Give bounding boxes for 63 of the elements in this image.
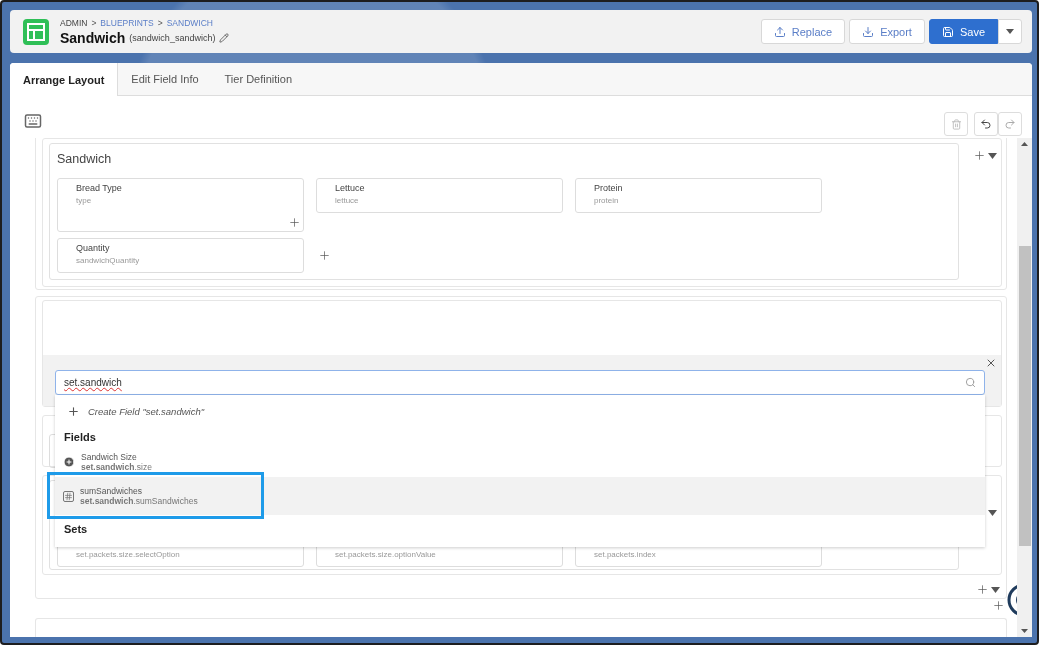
option-label: sumSandwiches	[80, 486, 143, 496]
breadcrumb-separator: >	[157, 17, 163, 28]
field-label: Quantity	[76, 243, 111, 253]
tab[interactable]: Tier Definition	[211, 63, 305, 95]
caret-icon[interactable]	[988, 152, 997, 159]
option-label: Sandwich Size	[81, 452, 138, 462]
field-card[interactable]: Protein protein	[575, 178, 822, 213]
upload-button[interactable]: Replace	[760, 19, 846, 44]
caret-icon	[1006, 29, 1014, 34]
add-icon[interactable]	[976, 583, 989, 596]
create-field-option[interactable]: Create Field "set.sandwich"	[55, 399, 985, 423]
scrollbar[interactable]	[1017, 138, 1032, 637]
add-icon[interactable]	[318, 249, 331, 262]
save-icon	[941, 25, 954, 38]
field-option[interactable]: Sandwich Size set.sandwich.size	[55, 447, 985, 477]
keyboard-icon[interactable]	[24, 112, 42, 130]
close-icon[interactable]	[985, 357, 997, 369]
group-heading: Fields	[63, 430, 97, 445]
search-icon	[965, 377, 976, 388]
field-name: sandwichQuantity	[76, 256, 141, 265]
caret-icon[interactable]	[988, 510, 997, 516]
breadcrumb-separator: >	[91, 17, 97, 28]
field-card[interactable]: Bread Type type	[57, 178, 304, 232]
download-button[interactable]: Export	[849, 19, 925, 44]
caret-icon[interactable]	[991, 586, 1000, 593]
undo-button[interactable]	[974, 112, 998, 136]
breadcrumb-item: ADMIN	[60, 17, 88, 28]
add-icon[interactable]	[973, 149, 986, 162]
search-value: set.sandwich	[64, 377, 122, 388]
edit-icon[interactable]	[219, 32, 230, 43]
add-icon[interactable]	[288, 216, 301, 229]
redo-icon	[1004, 118, 1016, 130]
download-icon	[862, 25, 875, 38]
field-name: type	[76, 196, 93, 205]
section-title: Sandwich	[57, 152, 113, 166]
tab[interactable]: Edit Field Info	[118, 63, 212, 95]
save-options-button[interactable]	[998, 19, 1022, 44]
upload-icon	[773, 25, 786, 38]
field-card[interactable]: Quantity sandwichQuantity	[57, 238, 304, 273]
field-label: Protein	[594, 183, 624, 193]
layout-logo-icon	[22, 17, 50, 46]
field-option[interactable]: sumSandwiches set.sandwich.sumSandwiches	[55, 477, 985, 515]
breadcrumb-link[interactable]: BLUEPRINTS	[100, 17, 154, 28]
breadcrumb-link[interactable]: SANDWICH	[166, 17, 213, 28]
field-card[interactable]: Lettuce lettuce	[316, 178, 563, 213]
field-name: lettuce	[335, 196, 360, 205]
plus-icon	[67, 404, 80, 418]
field-label: Bread Type	[76, 183, 123, 193]
option-path: set.sandwich.size	[81, 462, 152, 472]
scroll-down-icon[interactable]	[1021, 629, 1028, 633]
field-label: Lettuce	[335, 183, 366, 193]
plus-circle-icon	[63, 456, 75, 468]
scroll-up-icon[interactable]	[1021, 142, 1028, 146]
api-name: (sandwich_sandwich)	[129, 32, 216, 43]
undo-icon	[980, 118, 992, 130]
search-field[interactable]: set.sandwich	[55, 370, 985, 395]
tab[interactable]: Arrange Layout	[10, 63, 119, 96]
number-icon	[63, 490, 74, 502]
page-title: Sandwich	[60, 29, 126, 46]
field-name: protein	[594, 196, 620, 205]
option-path: set.sandwich.sumSandwiches	[80, 496, 198, 506]
save-button[interactable]: Save	[928, 19, 998, 44]
trash-icon	[950, 118, 962, 130]
